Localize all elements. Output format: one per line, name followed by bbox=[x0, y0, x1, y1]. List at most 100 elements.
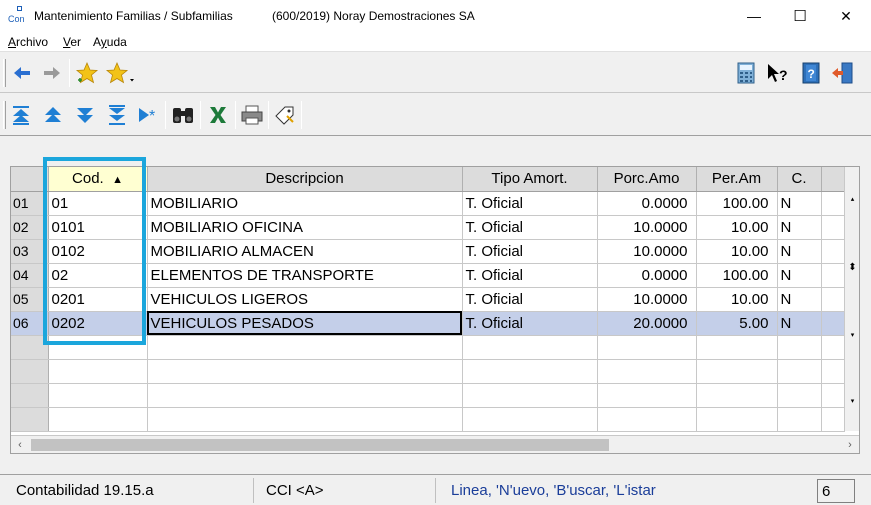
cell-c[interactable]: N bbox=[777, 191, 822, 216]
toolbar-grip[interactable] bbox=[3, 101, 6, 129]
cell-empty[interactable] bbox=[597, 383, 697, 408]
scroll-down-button[interactable]: ▾ bbox=[845, 327, 860, 343]
cell-per-am[interactable]: 10.00 bbox=[696, 287, 778, 312]
cell-cod[interactable]: 0102 bbox=[48, 239, 148, 264]
table-row-empty[interactable] bbox=[11, 359, 845, 384]
edit-tag-icon[interactable] bbox=[272, 101, 298, 129]
cell-empty[interactable] bbox=[696, 335, 778, 360]
favorites-star-dropdown-icon[interactable] bbox=[104, 59, 136, 87]
cell-porc-amo[interactable]: 20.0000 bbox=[597, 311, 697, 336]
print-icon[interactable] bbox=[239, 101, 265, 129]
cell-empty[interactable] bbox=[462, 359, 598, 384]
row-number[interactable]: 04 bbox=[11, 263, 49, 288]
row-number[interactable]: 02 bbox=[11, 215, 49, 240]
horizontal-scroll-thumb[interactable] bbox=[31, 439, 609, 451]
cell-empty[interactable] bbox=[777, 335, 822, 360]
cell-tipo-amort[interactable]: T. Oficial bbox=[462, 287, 598, 312]
cell-empty[interactable] bbox=[696, 407, 778, 432]
cell-descripcion-focused[interactable]: VEHICULOS PESADOS bbox=[147, 311, 463, 336]
cell-empty[interactable] bbox=[777, 383, 822, 408]
column-header-tipo-amort[interactable]: Tipo Amort. bbox=[462, 167, 598, 192]
cell-c[interactable]: N bbox=[777, 311, 822, 336]
horizontal-scrollbar[interactable]: ‹ › bbox=[11, 435, 859, 453]
close-button[interactable]: ✕ bbox=[823, 0, 869, 32]
column-header-c[interactable]: C. bbox=[777, 167, 822, 192]
cell-per-am[interactable]: 10.00 bbox=[696, 215, 778, 240]
calculator-icon[interactable] bbox=[733, 59, 759, 87]
new-record-icon[interactable]: * bbox=[136, 101, 162, 129]
row-number[interactable] bbox=[11, 407, 49, 432]
cell-c[interactable]: N bbox=[777, 239, 822, 264]
cell-c[interactable]: N bbox=[777, 287, 822, 312]
help-pointer-icon[interactable]: ? bbox=[764, 59, 790, 87]
cell-descripcion[interactable]: VEHICULOS LIGEROS bbox=[147, 287, 463, 312]
cell-empty[interactable] bbox=[777, 407, 822, 432]
excel-icon[interactable] bbox=[205, 101, 231, 129]
cell-descripcion[interactable]: MOBILIARIO OFICINA bbox=[147, 215, 463, 240]
forward-arrow-icon[interactable] bbox=[39, 59, 65, 87]
cell-empty[interactable] bbox=[696, 359, 778, 384]
cell-empty[interactable] bbox=[462, 407, 598, 432]
help-book-icon[interactable]: ? bbox=[798, 59, 824, 87]
back-arrow-icon[interactable] bbox=[9, 59, 35, 87]
cell-descripcion[interactable]: ELEMENTOS DE TRANSPORTE bbox=[147, 263, 463, 288]
vertical-scrollbar[interactable]: ▴ ⬍ ▾ ▾ bbox=[844, 167, 859, 431]
table-row[interactable]: 03 0102 MOBILIARIO ALMACEN T. Oficial 10… bbox=[11, 239, 845, 264]
cell-tipo-amort[interactable]: T. Oficial bbox=[462, 191, 598, 216]
cell-c[interactable]: N bbox=[777, 215, 822, 240]
table-row[interactable]: 05 0201 VEHICULOS LIGEROS T. Oficial 10.… bbox=[11, 287, 845, 312]
menu-ver[interactable]: Ver bbox=[63, 35, 81, 49]
column-header-cod[interactable]: Cod. ▲ bbox=[48, 167, 148, 192]
table-row-empty[interactable] bbox=[11, 407, 845, 432]
column-header-descripcion[interactable]: Descripcion bbox=[147, 167, 463, 192]
scroll-end-button[interactable]: ▾ bbox=[845, 393, 860, 409]
cell-cod[interactable]: 0202 bbox=[48, 311, 148, 336]
cell-empty[interactable] bbox=[147, 335, 463, 360]
column-header-per-am[interactable]: Per.Am bbox=[696, 167, 778, 192]
toolbar-grip[interactable] bbox=[3, 59, 6, 87]
cell-c[interactable]: N bbox=[777, 263, 822, 288]
search-binoculars-icon[interactable] bbox=[170, 101, 196, 129]
next-page-icon[interactable] bbox=[72, 101, 98, 129]
cell-per-am[interactable]: 100.00 bbox=[696, 263, 778, 288]
table-row-empty[interactable] bbox=[11, 383, 845, 408]
cell-empty[interactable] bbox=[147, 359, 463, 384]
cell-empty[interactable] bbox=[48, 359, 148, 384]
row-number[interactable]: 03 bbox=[11, 239, 49, 264]
table-row-empty[interactable] bbox=[11, 335, 845, 360]
cell-empty[interactable] bbox=[597, 335, 697, 360]
menu-ayuda[interactable]: Ayuda bbox=[93, 35, 127, 49]
families-grid[interactable]: Cod. ▲ Descripcion Tipo Amort. Porc.Amo … bbox=[10, 166, 860, 454]
table-row[interactable]: 01 01 MOBILIARIO T. Oficial 0.0000 100.0… bbox=[11, 191, 845, 216]
cell-tipo-amort[interactable]: T. Oficial bbox=[462, 239, 598, 264]
row-number[interactable] bbox=[11, 359, 49, 384]
maximize-button[interactable]: ☐ bbox=[777, 0, 823, 32]
cell-cod[interactable]: 01 bbox=[48, 191, 148, 216]
cell-empty[interactable] bbox=[597, 407, 697, 432]
scroll-up-button[interactable]: ▴ bbox=[845, 191, 860, 207]
last-record-icon[interactable] bbox=[104, 101, 130, 129]
cell-porc-amo[interactable]: 10.0000 bbox=[597, 215, 697, 240]
cell-descripcion[interactable]: MOBILIARIO bbox=[147, 191, 463, 216]
cell-porc-amo[interactable]: 0.0000 bbox=[597, 191, 697, 216]
cell-empty[interactable] bbox=[48, 407, 148, 432]
cell-descripcion[interactable]: MOBILIARIO ALMACEN bbox=[147, 239, 463, 264]
row-number[interactable]: 01 bbox=[11, 191, 49, 216]
minimize-button[interactable]: — bbox=[731, 0, 777, 32]
table-row[interactable]: 04 02 ELEMENTOS DE TRANSPORTE T. Oficial… bbox=[11, 263, 845, 288]
cell-porc-amo[interactable]: 10.0000 bbox=[597, 239, 697, 264]
row-number[interactable]: 06 bbox=[11, 311, 49, 336]
column-header-porc-amo[interactable]: Porc.Amo bbox=[597, 167, 697, 192]
exit-door-icon[interactable] bbox=[830, 59, 856, 87]
cell-cod[interactable]: 0201 bbox=[48, 287, 148, 312]
favorite-add-star-icon[interactable] bbox=[74, 59, 100, 87]
cell-empty[interactable] bbox=[777, 359, 822, 384]
cell-empty[interactable] bbox=[696, 383, 778, 408]
cell-empty[interactable] bbox=[462, 383, 598, 408]
menu-archivo[interactable]: Archivo bbox=[8, 35, 48, 49]
cell-tipo-amort[interactable]: T. Oficial bbox=[462, 311, 598, 336]
cell-tipo-amort[interactable]: T. Oficial bbox=[462, 263, 598, 288]
row-number[interactable]: 05 bbox=[11, 287, 49, 312]
cell-empty[interactable] bbox=[597, 359, 697, 384]
cell-tipo-amort[interactable]: T. Oficial bbox=[462, 215, 598, 240]
